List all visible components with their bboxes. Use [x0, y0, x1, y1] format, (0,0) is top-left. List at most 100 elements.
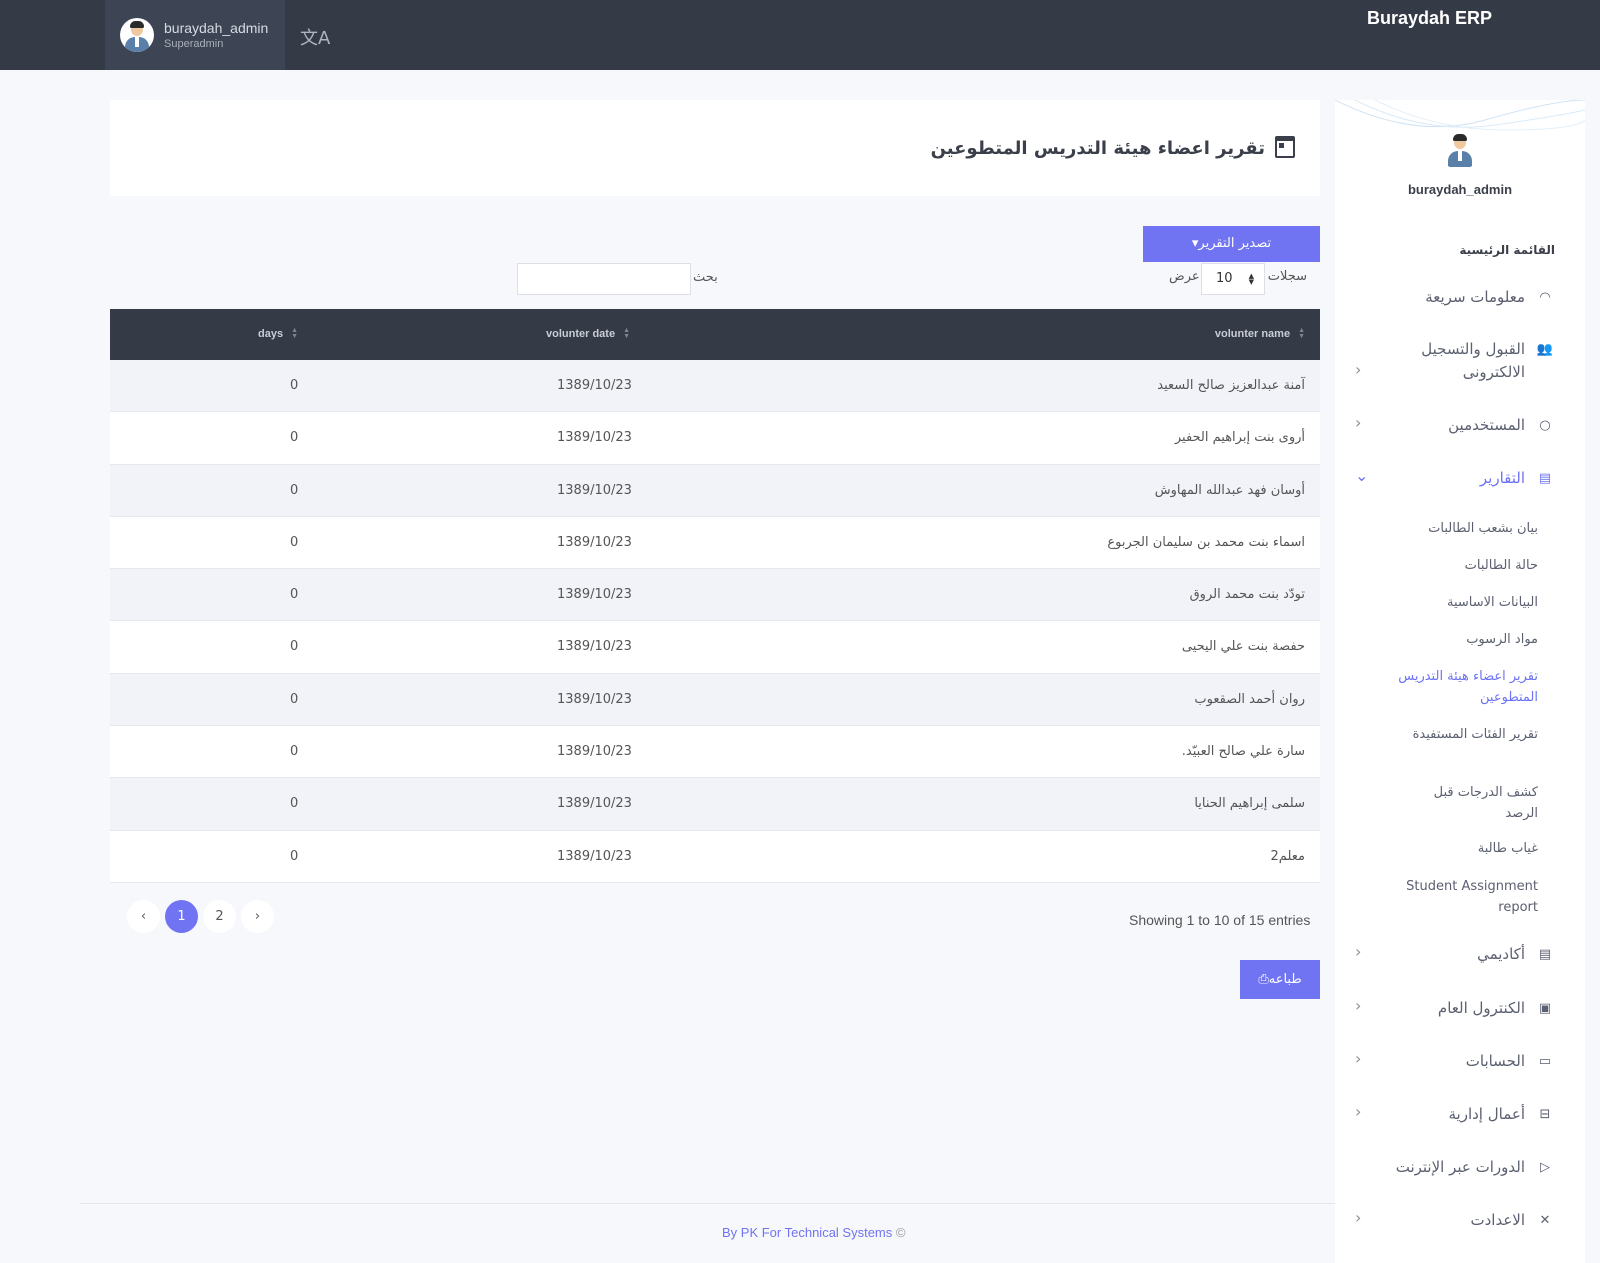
tools-icon: ✕ [1539, 1212, 1551, 1228]
cell-name: روان أحمد الصقعوب [1194, 691, 1305, 707]
pagination-page[interactable]: 1 [165, 900, 198, 933]
sidebar-item-reports[interactable]: ▤ التقارير ⌄ [1355, 466, 1555, 490]
printer-icon: ⎙ [1258, 972, 1269, 987]
store-icon: ▤ [1538, 946, 1552, 962]
avatar [1440, 130, 1480, 170]
clipboard-icon: ▣ [1538, 1000, 1552, 1016]
sidebar-item-label: التقارير [1479, 469, 1525, 487]
page-length-value: 10 [1216, 271, 1233, 286]
footer-divider [80, 1203, 1335, 1204]
column-header-date[interactable]: volunter date ▲ ▼ [546, 309, 630, 360]
print-label: طباعه [1268, 972, 1302, 987]
cell-date: 1389/10/23 [557, 482, 632, 498]
cell-days: 0 [290, 534, 299, 550]
sidebar-subitem[interactable]: بيان بشعب الطالبات [1398, 518, 1538, 539]
sidebar-subitem[interactable]: غياب طالبة [1398, 838, 1538, 859]
sidebar-item-settings[interactable]: ✕ الاعدادت ‹ [1355, 1208, 1555, 1232]
search-input[interactable] [517, 263, 691, 295]
cell-name: سارة علي صالح العبيّد. [1181, 744, 1305, 760]
avatar [120, 18, 154, 52]
sort-arrows-icon: ▲ ▼ [291, 327, 299, 341]
sidebar-item-academic[interactable]: ▤ أكاديمي ‹ [1355, 942, 1555, 966]
length-label-show: عرض [1169, 269, 1200, 284]
basket-icon: ⊟ [1539, 1106, 1551, 1122]
sort-arrows-icon: ▲ ▼ [1298, 327, 1305, 341]
sidebar-item-label: أكاديمي [1477, 945, 1525, 963]
sort-arrows-icon: ▲ ▼ [1248, 272, 1254, 286]
chevron-left-icon: ‹ [1355, 360, 1362, 379]
sidebar-item-admin-work[interactable]: ⊟ أعمال إدارية ‹ [1355, 1102, 1555, 1126]
footer: By PK For Technical Systems © [722, 1225, 905, 1240]
sidebar-item-label: الاعدادت [1470, 1211, 1525, 1229]
export-label: تصدير التقرير [1198, 236, 1272, 251]
user-menu[interactable]: buraydah_admin Superadmin [105, 0, 285, 70]
chevron-left-icon: ‹ [1355, 1049, 1362, 1068]
export-report-button[interactable]: تصدير التقرير▾ [1143, 226, 1320, 262]
pagination-page[interactable]: 2 [203, 900, 236, 933]
sidebar-item-label: الدورات عبر الإنترنت [1395, 1158, 1525, 1176]
sidebar-item-label: معلومات سريعة [1425, 288, 1525, 306]
volunteers-table: volunter name ▲ ▼ volunter date ▲ ▼ days ▲ ▼ آ… [110, 309, 1320, 883]
user-role: Superadmin [164, 38, 224, 50]
page-header-card: تقرير اعضاء هيئة التدريس المتطوعين [110, 100, 1320, 196]
sidebar-section-title: القائمة الرئيسية [1459, 243, 1555, 257]
cell-name: حفصة بنت علي اليحيى [1181, 639, 1305, 655]
sidebar-subitem[interactable]: كشف الدرجات قبل الرصد [1398, 782, 1538, 824]
cell-date: 1389/10/23 [557, 534, 632, 550]
cell-date: 1389/10/23 [557, 587, 632, 603]
sidebar-item-online-courses[interactable]: ▷ الدورات عبر الإنترنت [1355, 1156, 1555, 1179]
cell-days: 0 [290, 691, 299, 707]
sidebar-item-label: الحسابات [1465, 1052, 1525, 1070]
sidebar-item-accounts[interactable]: ▭ الحسابات ‹ [1355, 1049, 1555, 1073]
sidebar-subitem[interactable]: Student Assignment report [1398, 876, 1538, 918]
sidebar-subitem-active[interactable]: تقرير اعضاء هيئة التدريس المتطوعين [1398, 666, 1538, 708]
table-row: اسماء بنت محمد بن سليمان الجربوع 1389/10… [110, 516, 1320, 570]
sidebar-subitem[interactable]: تقرير الفئات المستفيدة [1398, 724, 1538, 745]
column-header-days[interactable]: days ▲ ▼ [258, 309, 298, 360]
table-row: آمنة عبدالعزيز صالح السعيد 1389/10/23 0 [110, 360, 1320, 413]
cell-days: 0 [290, 587, 299, 603]
pagination: ‹ 1 2 › [127, 900, 274, 933]
pagination-next[interactable]: › [241, 900, 274, 933]
table-row: روان أحمد الصقعوب 1389/10/23 0 [110, 673, 1320, 727]
sidebar-item-control[interactable]: ▣ الكنترول العام ‹ [1355, 996, 1555, 1020]
user-icon: ○ [1539, 417, 1551, 433]
cell-name: آمنة عبدالعزيز صالح السعيد [1157, 378, 1305, 393]
pagination-prev[interactable]: ‹ [127, 900, 160, 933]
cell-name: اسماء بنت محمد بن سليمان الجربوع [1107, 534, 1305, 550]
cell-days: 0 [290, 430, 299, 446]
cell-name: أروى بنت إبراهيم الحفير [1174, 430, 1305, 446]
sidebar-subitem[interactable]: مواد الرسوب [1398, 629, 1538, 650]
translate-icon[interactable]: 文A [300, 24, 330, 50]
table-row: حفصة بنت علي اليحيى 1389/10/23 0 [110, 621, 1320, 674]
cell-date: 1389/10/23 [557, 744, 632, 760]
sort-arrows-icon: ▲ ▼ [623, 327, 631, 341]
play-icon: ▷ [1540, 1159, 1550, 1175]
cell-date: 1389/10/23 [557, 691, 632, 707]
table-row: سارة علي صالح العبيّد. 1389/10/23 0 [110, 726, 1320, 779]
sidebar-item-label: الكنترول العام [1437, 999, 1525, 1017]
top-navbar: Buraydah ERP buraydah_admin Superadmin 文… [0, 0, 1600, 70]
calendar-icon [1275, 136, 1295, 158]
cell-days: 0 [290, 744, 299, 760]
page-title: تقرير اعضاء هيئة التدريس المتطوعين [930, 138, 1265, 159]
brand-logo[interactable]: Buraydah ERP [1292, 8, 1492, 29]
column-header-name[interactable]: volunter name ▲ ▼ [1215, 309, 1305, 360]
cell-days: 0 [290, 482, 299, 498]
table-row: سلمى إبراهيم الحنايا 1389/10/23 0 [110, 778, 1320, 831]
table-row: معلم2 1389/10/23 0 [110, 830, 1320, 883]
sidebar-item-quick-info[interactable]: ◠ معلومات سريعة [1355, 286, 1555, 309]
sidebar-item-label: المستخدمين [1448, 416, 1525, 434]
sidebar-item-admission[interactable]: 👥 القبول والتسجيل الالكترونى ‹ [1355, 338, 1555, 384]
footer-text[interactable]: By PK For Technical Systems [722, 1225, 892, 1240]
table-info: Showing 1 to 10 of 15 entries [1129, 912, 1311, 928]
sidebar-user-name: buraydah_admin [1407, 182, 1513, 197]
table-row: أروى بنت إبراهيم الحفير 1389/10/23 0 [110, 412, 1320, 465]
sidebar-item-users[interactable]: ○ المستخدمين ‹ [1355, 413, 1555, 437]
sidebar-subitem[interactable]: البيانات الاساسية [1398, 592, 1538, 613]
sidebar-subitem[interactable]: حالة الطالبات [1398, 555, 1538, 576]
search-label: بحث [693, 270, 718, 285]
column-header-label: days [258, 328, 284, 340]
page-length-select[interactable]: 10 ▲ ▼ [1201, 263, 1265, 295]
print-button[interactable]: طباعه⎙ [1240, 960, 1320, 999]
